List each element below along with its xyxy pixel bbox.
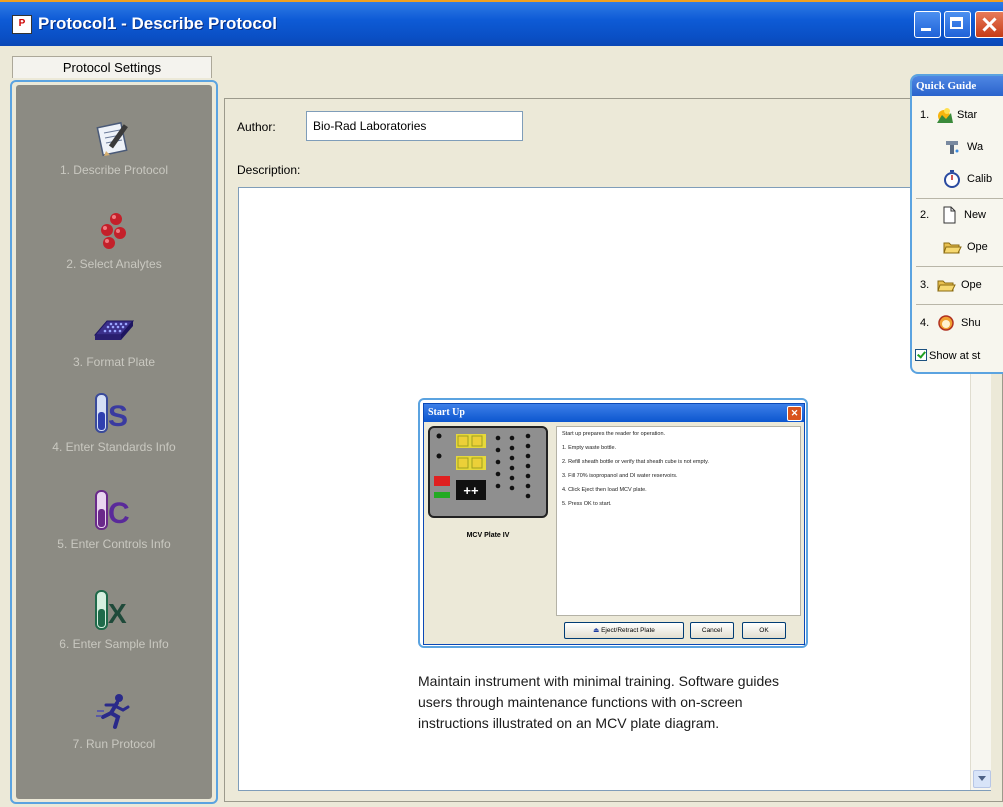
- calibrate-clock-icon: [942, 169, 962, 189]
- item-number: 4.: [920, 317, 930, 329]
- step-label: 6. Enter Sample Info: [59, 637, 169, 651]
- open-folder-icon: [936, 275, 956, 295]
- open-folder-icon: [942, 237, 962, 257]
- new-document-icon: [939, 205, 959, 225]
- startup-dialog-title: Start Up: [428, 407, 465, 418]
- quick-guide-item[interactable]: 1. Star: [912, 104, 1003, 128]
- maximize-button[interactable]: [944, 11, 971, 38]
- item-text: Ope: [961, 279, 982, 291]
- item-text: Wa: [967, 141, 984, 153]
- quick-guide-item[interactable]: 3. Ope: [912, 274, 1003, 298]
- item-text: New: [964, 209, 987, 221]
- mcv-plate-diagram: ++: [428, 426, 548, 518]
- item-text: Star: [957, 109, 978, 121]
- runner-icon: [16, 687, 212, 735]
- close-icon[interactable]: ✕: [787, 406, 802, 421]
- instruction-line: 1. Empty waste bottle.: [562, 445, 617, 451]
- plate-grid-icon: [16, 305, 212, 353]
- wash-faucet-icon: [942, 137, 962, 157]
- step-letter: C: [108, 497, 130, 530]
- quick-guide-item[interactable]: 2. New: [912, 204, 1003, 228]
- step-label: 4. Enter Standards Info: [52, 440, 176, 454]
- instruction-line: 3. Fill 70% isopropanol and DI water res…: [562, 473, 678, 479]
- quick-guide-item[interactable]: Wa: [912, 136, 1003, 160]
- step-enter-controls[interactable]: C 5. Enter Controls Info: [16, 487, 212, 551]
- item-number: 2.: [920, 209, 930, 221]
- author-label: Author:: [237, 120, 276, 134]
- step-letter: S: [108, 400, 128, 433]
- startup-dialog: Start Up ✕ ++ MCV Plate IV Start up prep…: [423, 403, 805, 645]
- item-text: Ope: [967, 241, 988, 253]
- show-at-start-checkbox[interactable]: Show at st: [915, 349, 980, 362]
- notepad-pen-icon: [16, 113, 212, 161]
- step-label: 5. Enter Controls Info: [57, 537, 171, 551]
- tube-s-icon: S: [16, 390, 212, 438]
- protocol-steps-sidebar: 1. Describe Protocol 2. Select Analytes: [16, 85, 212, 799]
- step-label: 1. Describe Protocol: [59, 163, 169, 177]
- instruction-line: 4. Click Eject then load MCV plate.: [562, 487, 647, 493]
- plate-label: MCV Plate IV: [466, 532, 510, 539]
- minimize-button[interactable]: [914, 11, 941, 38]
- eject-icon: ⏏: [593, 627, 600, 634]
- step-label: 3. Format Plate: [72, 355, 156, 369]
- instruction-line: 2. Refill sheath bottle or verify that s…: [562, 459, 709, 465]
- app-icon[interactable]: P: [12, 15, 32, 34]
- step-format-plate[interactable]: 3. Format Plate: [16, 305, 212, 369]
- step-label: 2. Select Analytes: [66, 257, 162, 271]
- item-number: 3.: [920, 279, 930, 291]
- step-enter-standards[interactable]: S 4. Enter Standards Info: [16, 390, 212, 454]
- close-button[interactable]: [975, 11, 1003, 38]
- instruction-line: Start up prepares the reader for operati…: [562, 431, 666, 437]
- description-label: Description:: [237, 163, 301, 177]
- feature-caption: Maintain instrument with minimal trainin…: [418, 673, 780, 731]
- startup-dialog-highlight: Start Up ✕ ++ MCV Plate IV Start up prep…: [418, 398, 808, 648]
- item-number: 1.: [920, 109, 930, 121]
- startup-dialog-titlebar: Start Up ✕: [424, 404, 804, 422]
- sidebar-highlight: 1. Describe Protocol 2. Select Analytes: [10, 80, 218, 804]
- cancel-button[interactable]: Cancel: [690, 622, 734, 639]
- svg-text:++: ++: [463, 483, 479, 498]
- step-select-analytes[interactable]: 2. Select Analytes: [16, 207, 212, 271]
- step-describe-protocol[interactable]: 1. Describe Protocol: [16, 113, 212, 177]
- startup-instructions: Start up prepares the reader for operati…: [556, 426, 801, 616]
- item-text: Calib: [967, 173, 993, 185]
- author-input[interactable]: [306, 111, 523, 141]
- tube-c-icon: C: [16, 487, 212, 535]
- item-text: Shu: [961, 317, 981, 329]
- startup-icon: [934, 105, 954, 125]
- quick-guide-panel: Quick Guide 1. Star Wa Calib 2. New Ope …: [910, 74, 1003, 374]
- protocol-settings-tab[interactable]: Protocol Settings: [12, 56, 212, 78]
- window-title: Protocol1 - Describe Protocol: [38, 14, 277, 33]
- instruction-line: 5. Press OK to start.: [562, 501, 612, 507]
- checkbox-label: Show at st: [929, 350, 981, 362]
- step-label: 7. Run Protocol: [72, 737, 156, 751]
- shutdown-icon: [936, 313, 956, 333]
- quick-guide-divider: [916, 304, 1003, 305]
- eject-retract-plate-button[interactable]: ⏏ Eject/Retract Plate: [564, 622, 684, 639]
- tube-x-icon: X: [16, 587, 212, 635]
- ok-button[interactable]: OK: [742, 622, 786, 639]
- step-enter-sample[interactable]: X 6. Enter Sample Info: [16, 587, 212, 651]
- step-letter: X: [108, 598, 127, 629]
- title-bar: P Protocol1 - Describe Protocol: [0, 0, 1003, 46]
- quick-guide-divider: [916, 266, 1003, 267]
- quick-guide-divider: [916, 198, 1003, 199]
- scroll-down-icon[interactable]: [973, 770, 991, 788]
- quick-guide-title: Quick Guide: [912, 76, 1003, 96]
- quick-guide-item[interactable]: 4. Shu: [912, 312, 1003, 336]
- checkbox-checked-icon[interactable]: [915, 349, 927, 361]
- eject-button-label: Eject/Retract Plate: [601, 627, 655, 634]
- quick-guide-item[interactable]: Calib: [912, 168, 1003, 192]
- quick-guide-item[interactable]: Ope: [912, 236, 1003, 260]
- step-run-protocol[interactable]: 7. Run Protocol: [16, 687, 212, 751]
- red-beads-icon: [16, 207, 212, 255]
